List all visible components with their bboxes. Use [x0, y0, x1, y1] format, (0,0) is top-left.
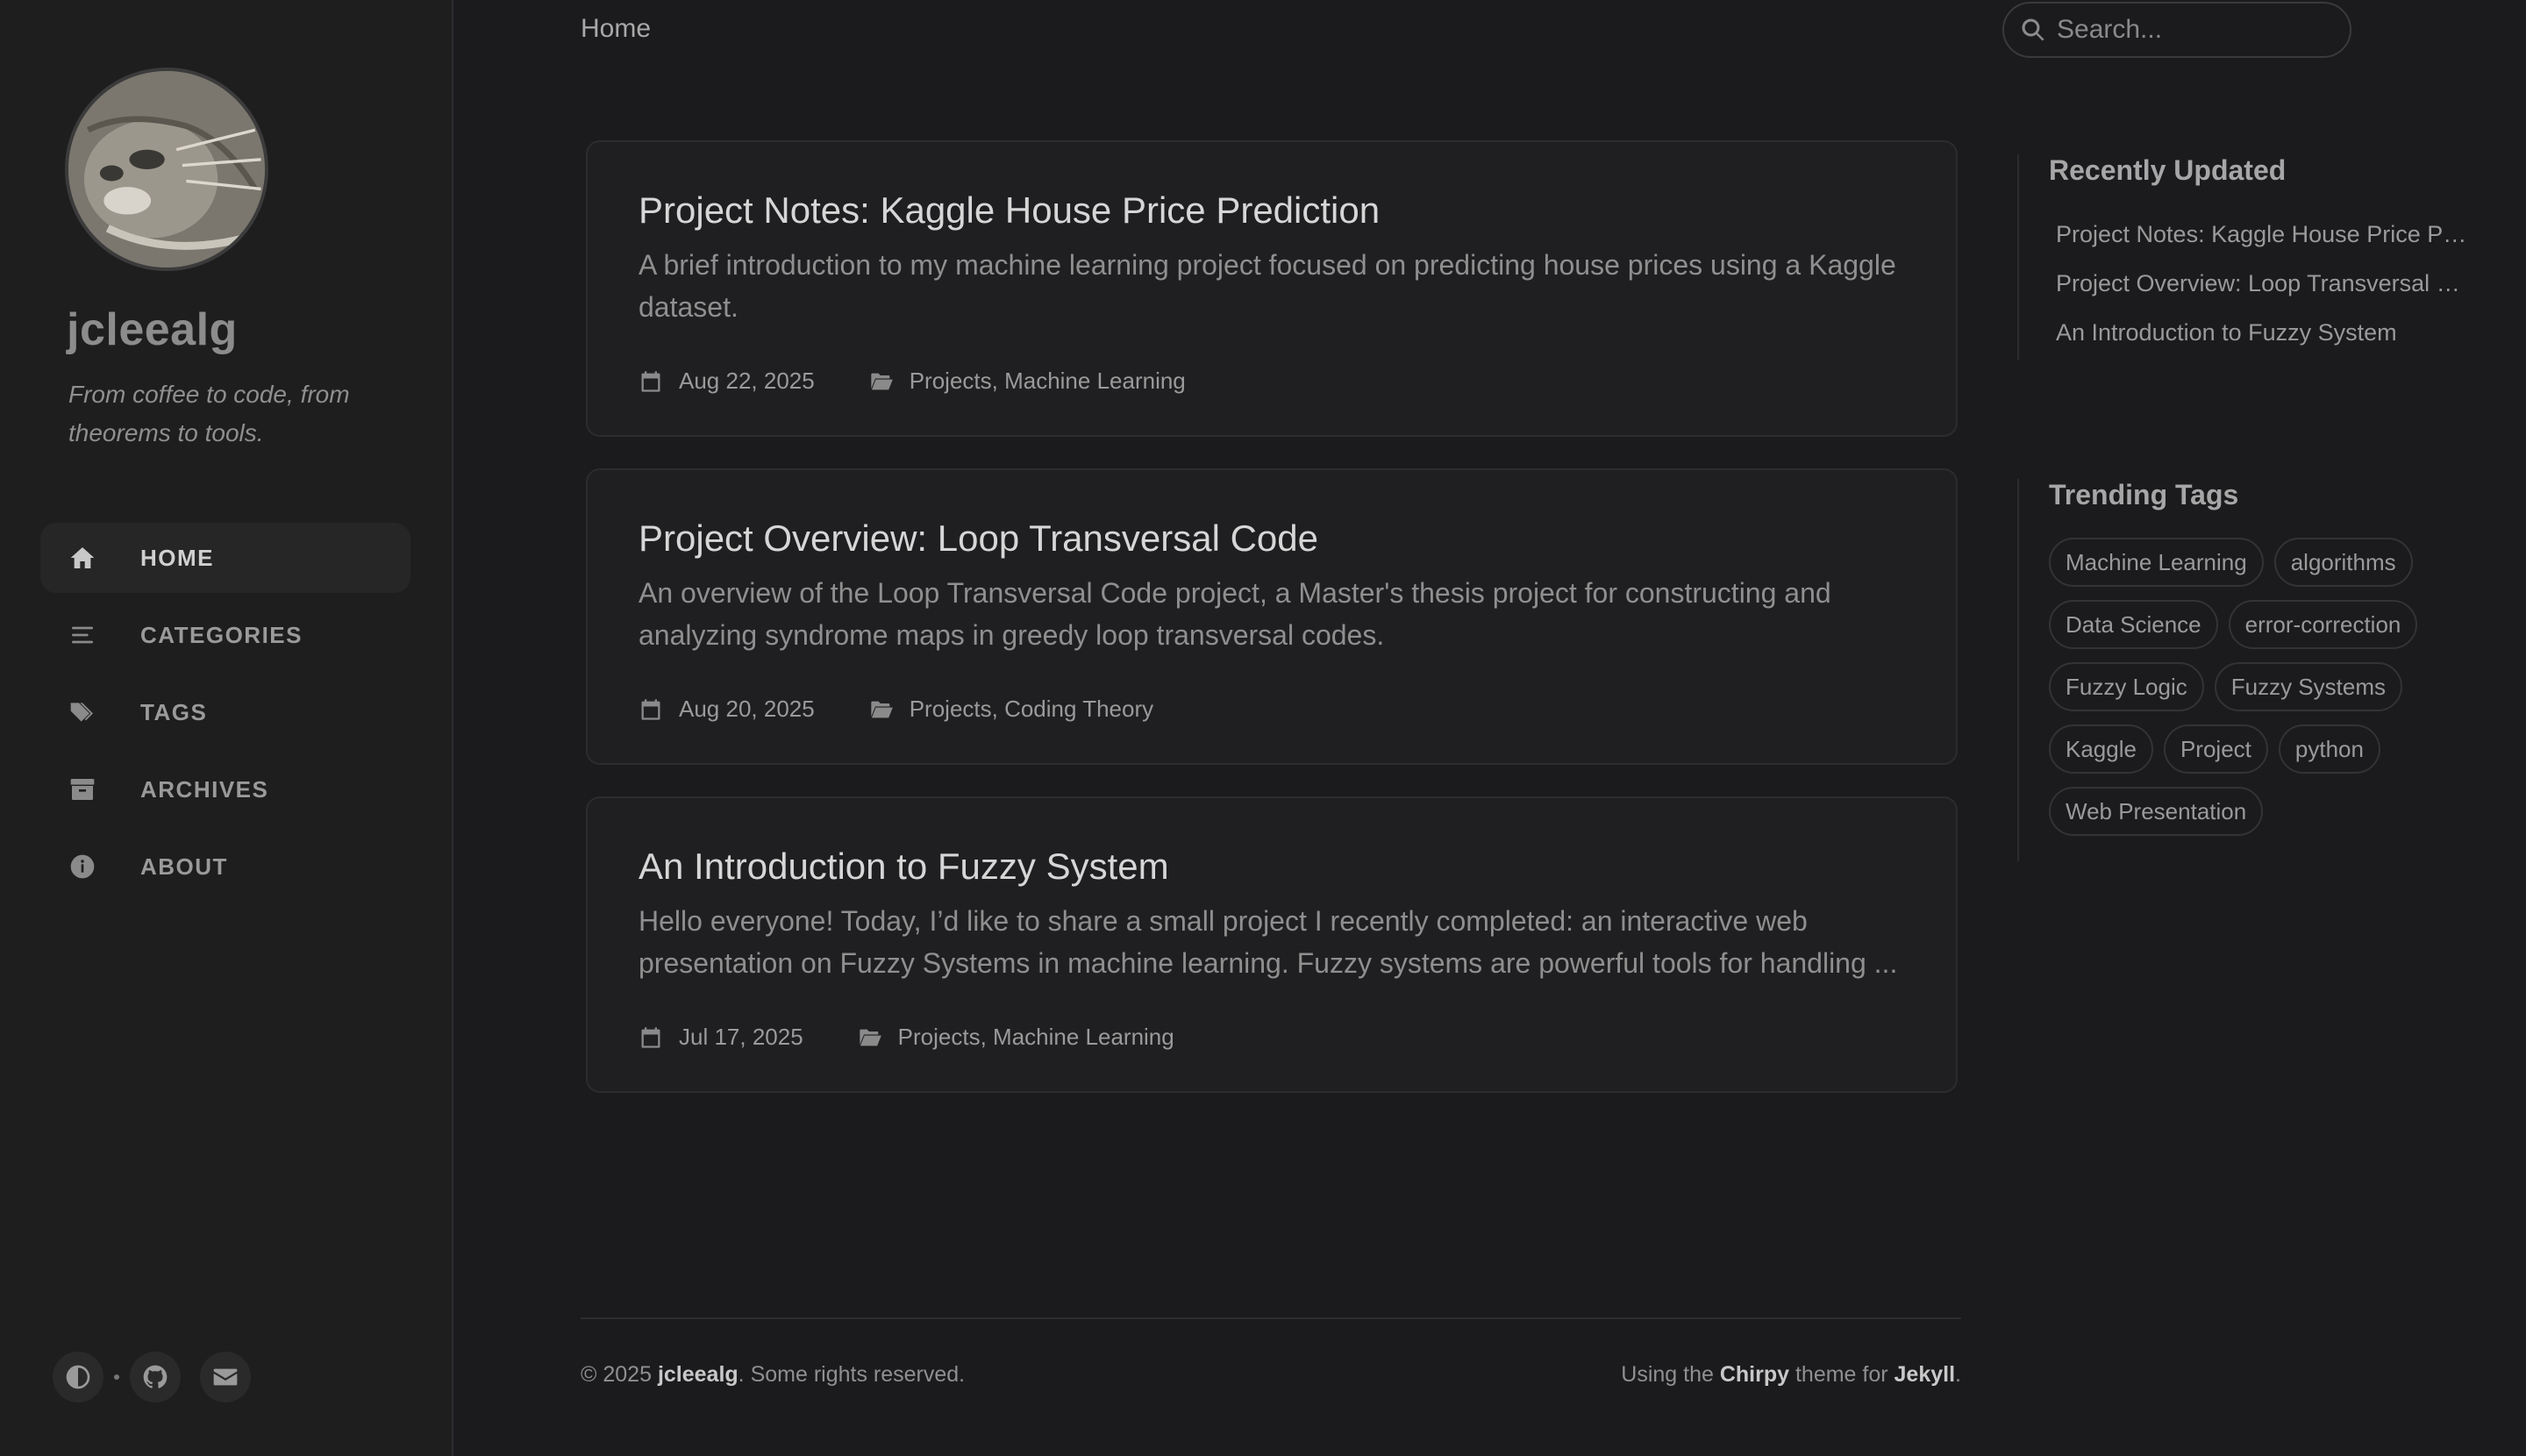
sidebar-bottom — [53, 1352, 251, 1402]
tag-list: Machine Learning algorithms Data Science… — [2049, 538, 2505, 849]
nav-label: ARCHIVES — [140, 775, 269, 803]
post-card[interactable]: Project Notes: Kaggle House Price Predic… — [586, 140, 1958, 437]
post-date: Aug 20, 2025 — [639, 696, 815, 723]
folder-open-icon — [871, 373, 893, 389]
theme-link[interactable]: Chirpy — [1720, 1362, 1789, 1387]
tags-icon — [67, 696, 98, 728]
tag-chip[interactable]: Data Science — [2049, 600, 2218, 649]
credits-suffix: . — [1955, 1362, 1961, 1387]
nav-item-archives[interactable]: ARCHIVES — [40, 754, 410, 824]
avatar[interactable] — [65, 68, 268, 271]
search-input[interactable] — [2057, 15, 2337, 45]
recently-updated-panel: Recently Updated Project Notes: Kaggle H… — [2017, 154, 2468, 360]
post-categories: Projects, Coding Theory — [869, 696, 1153, 723]
post-title[interactable]: An Introduction to Fuzzy System — [639, 846, 1956, 888]
recently-updated-list: Project Notes: Kaggle House Price Predic… — [2049, 210, 2468, 357]
post-card[interactable]: An Introduction to Fuzzy System Hello ev… — [586, 796, 1958, 1093]
email-link[interactable] — [200, 1352, 251, 1402]
post-title[interactable]: Project Notes: Kaggle House Price Predic… — [639, 189, 1956, 232]
tag-chip[interactable]: Fuzzy Systems — [2214, 662, 2402, 711]
nav-item-about[interactable]: ABOUT — [40, 831, 410, 902]
tag-chip[interactable]: python — [2278, 724, 2380, 774]
post-meta: Aug 20, 2025 Projects, Coding Theory — [639, 696, 1208, 723]
sidebar-nav: HOME CATEGORIES TAGS ARCHIVES ABOUT — [40, 523, 410, 909]
post-categories-text: Projects, Machine Learning — [909, 368, 1186, 394]
author-link[interactable]: jcleealg — [658, 1362, 739, 1387]
tag-chip[interactable]: Project — [2163, 724, 2268, 774]
copyright-suffix: . Some rights reserved. — [738, 1362, 966, 1387]
tag-chip[interactable]: Fuzzy Logic — [2049, 662, 2204, 711]
post-card[interactable]: Project Overview: Loop Transversal Code … — [586, 468, 1958, 765]
recently-updated-heading: Recently Updated — [2049, 154, 2287, 186]
calendar-icon — [641, 1026, 660, 1048]
search-box[interactable] — [2002, 2, 2351, 58]
theme-toggle-icon — [66, 1365, 90, 1389]
site-title[interactable]: jcleealg — [67, 303, 238, 356]
email-icon — [213, 1368, 238, 1386]
nav-item-home[interactable]: HOME — [40, 523, 410, 593]
footer-credits: Using the Chirpy theme for Jekyll. — [1621, 1362, 1961, 1388]
tag-chip[interactable]: error-correction — [2228, 600, 2418, 649]
nav-item-tags[interactable]: TAGS — [40, 677, 410, 747]
github-icon — [143, 1365, 168, 1388]
tag-chip[interactable]: algorithms — [2273, 538, 2413, 587]
copyright-prefix: © 2025 — [581, 1362, 658, 1387]
tag-chip[interactable]: Web Presentation — [2049, 787, 2264, 836]
stream-icon — [67, 619, 98, 651]
theme-toggle-button[interactable] — [53, 1352, 103, 1402]
post-date-text: Jul 17, 2025 — [679, 1024, 803, 1050]
footer-copyright: © 2025 jcleealg. Some rights reserved. — [581, 1362, 965, 1388]
post-description: An overview of the Loop Transversal Code… — [639, 577, 1831, 651]
recent-item[interactable]: An Introduction to Fuzzy System — [2056, 308, 2468, 357]
info-icon — [67, 851, 98, 882]
nav-label: ABOUT — [140, 853, 228, 880]
footer-divider — [581, 1317, 1961, 1319]
post-categories-text: Projects, Coding Theory — [909, 696, 1154, 722]
post-meta: Jul 17, 2025 Projects, Machine Learning — [639, 1024, 1229, 1051]
nav-label: HOME — [140, 544, 214, 571]
cat-avatar-image — [68, 71, 265, 268]
nav-label: CATEGORIES — [140, 621, 303, 648]
post-description: Hello everyone! Today, I’d like to share… — [639, 905, 1898, 979]
credits-prefix: Using the — [1621, 1362, 1720, 1387]
engine-link[interactable]: Jekyll — [1894, 1362, 1956, 1387]
site-subtitle: From coffee to code, from theorems to to… — [68, 381, 350, 446]
folder-open-icon — [871, 701, 893, 717]
search-icon — [2022, 18, 2044, 41]
trending-tags-panel: Trending Tags Machine Learning algorithm… — [2017, 479, 2505, 861]
post-date-text: Aug 20, 2025 — [679, 696, 815, 722]
calendar-icon — [641, 698, 660, 720]
post-categories: Projects, Machine Learning — [858, 1024, 1174, 1051]
post-title[interactable]: Project Overview: Loop Transversal Code — [639, 517, 1956, 560]
trending-tags-heading: Trending Tags — [2049, 479, 2239, 510]
home-icon — [67, 542, 98, 574]
post-meta: Aug 22, 2025 Projects, Machine Learning — [639, 368, 1240, 395]
post-categories-text: Projects, Machine Learning — [897, 1024, 1174, 1050]
archive-icon — [67, 774, 98, 805]
post-date: Aug 22, 2025 — [639, 368, 815, 395]
post-date-text: Aug 22, 2025 — [679, 368, 815, 394]
recent-item[interactable]: Project Overview: Loop Transversal Code — [2056, 259, 2468, 308]
tag-chip[interactable]: Machine Learning — [2049, 538, 2264, 587]
recent-item[interactable]: Project Notes: Kaggle House Price Predic… — [2056, 210, 2468, 259]
separator-dot — [114, 1374, 119, 1380]
post-date: Jul 17, 2025 — [639, 1024, 803, 1051]
folder-open-icon — [860, 1029, 881, 1046]
nav-item-categories[interactable]: CATEGORIES — [40, 600, 410, 670]
nav-label: TAGS — [140, 698, 208, 725]
credits-mid: theme for — [1789, 1362, 1894, 1387]
sidebar: jcleealg From coffee to code, from theor… — [0, 0, 453, 1456]
breadcrumb: Home — [581, 14, 652, 43]
calendar-icon — [641, 370, 660, 392]
post-categories: Projects, Machine Learning — [869, 368, 1186, 395]
tag-chip[interactable]: Kaggle — [2049, 724, 2153, 774]
github-link[interactable] — [130, 1352, 181, 1402]
post-description: A brief introduction to my machine learn… — [639, 249, 1896, 323]
